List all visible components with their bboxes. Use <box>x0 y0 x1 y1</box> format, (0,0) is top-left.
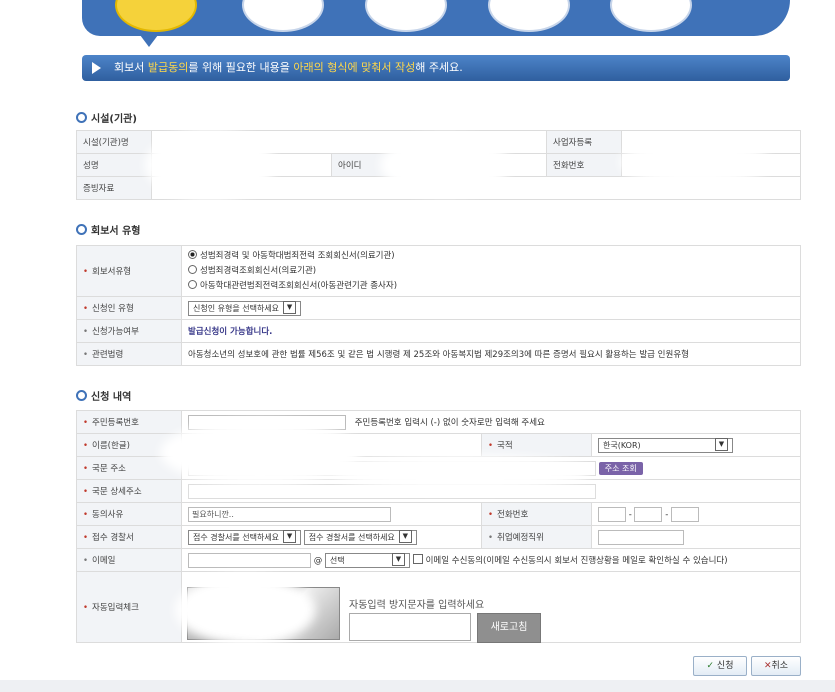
footer-bar <box>0 680 835 692</box>
section-bullet-icon <box>76 112 87 123</box>
redaction-mask <box>380 135 510 195</box>
instruction-banner: 회보서 발급동의를 위해 필요한 내용을 아래의 형식에 맞춰서 작성해 주세요… <box>82 55 790 81</box>
reason-input[interactable]: 필요하니깐.. <box>188 506 391 522</box>
play-icon <box>92 62 101 74</box>
table-row: • 신청가능여부 발급신청이 가능합니다. <box>76 319 801 343</box>
nationality-cell: 한국(KOR) ▼ <box>591 433 801 457</box>
employ-position-label: • 취업예정직위 <box>481 525 592 549</box>
reason-cell: 필요하니깐.. <box>181 502 482 526</box>
section-bullet-icon <box>76 390 87 401</box>
refresh-captcha-button[interactable]: 새로고침 <box>477 613 541 643</box>
radio-icon[interactable] <box>188 264 197 274</box>
nationality-select[interactable]: 한국(KOR) ▼ <box>598 437 733 453</box>
report-type-option-3[interactable]: 아동학대관련범죄전력조회회신서(아동관련기관 종사자) <box>188 279 794 294</box>
name-label: 성명 <box>76 153 152 177</box>
email-label: • 이메일 <box>76 548 182 572</box>
captcha-label: • 자동입력체크 <box>76 571 182 643</box>
table-row: • 접수 경찰서 접수 경찰서를 선택하세요 ▼ 접수 경찰서를 선택하세요 ▼ • 취… <box>76 525 801 549</box>
step-5 <box>610 0 692 32</box>
availability-value: 발급신청이 가능합니다. <box>181 319 801 343</box>
employ-position-cell <box>591 525 801 549</box>
business-no-label: 사업자등록 <box>546 130 623 154</box>
address-detail-label: • 국문 상세주소 <box>76 479 182 503</box>
step-1 <box>115 0 197 32</box>
section-title-report-type: 회보서 유형 <box>76 222 140 237</box>
table-row: • 이메일 @ 선택 ▼ 이메일 수신동의(이메일 수신동의시 회보서 진행상황을 … <box>76 548 801 572</box>
redaction-mask <box>330 455 590 490</box>
reason-label: • 동의사유 <box>76 502 182 526</box>
report-type-options: 성범죄경력 및 아동학대범죄전력 조회회신서(의료기관) 성범죄경력조회회신서(… <box>181 245 801 297</box>
table-row: • 회보서유형 성범죄경력 및 아동학대범죄전력 조회회신서(의료기관) 성범죄경… <box>76 245 801 297</box>
radio-selected-icon[interactable] <box>188 249 197 259</box>
section-bullet-icon <box>76 224 87 235</box>
phone-input-3[interactable] <box>670 506 699 522</box>
table-row: • 동의사유 필요하니깐.. • 전화번호 - - <box>76 502 801 526</box>
law-value: 아동청소년의 성보호에 관한 법률 제56조 및 같은 법 시행령 제 25조와… <box>181 342 801 366</box>
captcha-prompt: 자동입력 방지문자를 입력하세요 <box>349 600 485 611</box>
step-4 <box>488 0 570 32</box>
redaction-mask <box>145 130 275 200</box>
rrn-label: • 주민등록번호 <box>76 410 182 434</box>
table-row: • 관련법령 아동청소년의 성보호에 관한 법률 제56조 및 같은 법 시행령 … <box>76 342 801 366</box>
email-consent-text: 이메일 수신동의(이메일 수신동의시 회보서 진행상황을 메일로 확인하실 수 … <box>425 555 728 566</box>
phone-input-1[interactable] <box>598 506 626 522</box>
step-2 <box>242 0 324 32</box>
step-progress-bar <box>82 0 790 36</box>
email-consent-checkbox[interactable] <box>412 553 423 564</box>
redaction-mask <box>620 140 770 185</box>
report-type-option-2[interactable]: 성범죄경력조회회신서(의료기관) <box>188 264 794 279</box>
captcha-input[interactable] <box>349 613 471 641</box>
table-row: • 신청인 유형 신청인 유형을 선택하세요 ▼ <box>76 296 801 320</box>
redaction-mask <box>160 420 360 485</box>
report-type-option-1[interactable]: 성범죄경력 및 아동학대범죄전력 조회회신서(의료기관) <box>188 249 794 264</box>
nationality-label: • 국적 <box>481 433 592 457</box>
radio-icon[interactable] <box>188 279 197 289</box>
chevron-down-icon[interactable]: ▼ <box>398 529 412 543</box>
police-select-1[interactable]: 접수 경찰서를 선택하세요 ▼ <box>188 529 302 545</box>
cancel-button[interactable]: ✕취소 <box>751 656 801 676</box>
chevron-down-icon[interactable]: ▼ <box>283 300 297 314</box>
chevron-down-icon[interactable]: ▼ <box>715 437 728 451</box>
availability-label: • 신청가능여부 <box>76 319 182 343</box>
section-title-application: 신청 내역 <box>76 388 131 403</box>
police-select-2[interactable]: 접수 경찰서를 선택하세요 ▼ <box>303 529 417 545</box>
redaction-mask <box>175 575 315 645</box>
rrn-hint: 주민등록번호 입력시 (-) 없이 숫자로만 입력해 주세요 <box>354 417 545 428</box>
police-label: • 접수 경찰서 <box>76 525 182 549</box>
facility-name-label: 시설(기관)명 <box>76 130 152 154</box>
email-id-input[interactable] <box>188 552 311 568</box>
employ-position-input[interactable] <box>598 529 684 545</box>
police-cell: 접수 경찰서를 선택하세요 ▼ 접수 경찰서를 선택하세요 ▼ <box>181 525 482 549</box>
report-type-label: • 회보서유형 <box>76 245 182 297</box>
proof-label: 증빙자료 <box>76 176 152 200</box>
address-search-button[interactable]: 주소 조회 <box>598 461 643 475</box>
phone-label: • 전화번호 <box>481 502 592 526</box>
phone-cell: - - <box>591 502 801 526</box>
email-domain-select[interactable]: 선택 ▼ <box>324 552 410 568</box>
banner-text: 회보서 발급동의를 위해 필요한 내용을 아래의 형식에 맞춰서 작성해 주세요… <box>114 61 463 74</box>
law-label: • 관련법령 <box>76 342 182 366</box>
email-cell: @ 선택 ▼ 이메일 수신동의(이메일 수신동의시 회보서 진행상황을 메일로 확… <box>181 548 801 572</box>
step-3 <box>365 0 447 32</box>
applicant-type-cell: 신청인 유형을 선택하세요 ▼ <box>181 296 801 320</box>
apply-button[interactable]: ✓ 신청 <box>693 656 747 676</box>
step-pointer-icon <box>140 35 158 47</box>
phone-input-2[interactable] <box>634 506 663 522</box>
report-type-table: • 회보서유형 성범죄경력 및 아동학대범죄전력 조회회신서(의료기관) 성범죄경… <box>76 245 801 366</box>
phone-label: 전화번호 <box>546 153 623 177</box>
chevron-down-icon[interactable]: ▼ <box>391 552 405 566</box>
chevron-down-icon[interactable]: ▼ <box>283 529 297 543</box>
applicant-type-label: • 신청인 유형 <box>76 296 182 320</box>
section-title-facility: 시설(기관) <box>76 110 137 125</box>
checkmark-icon: ✓ <box>706 661 715 671</box>
applicant-type-select[interactable]: 신청인 유형을 선택하세요 ▼ <box>188 300 302 316</box>
